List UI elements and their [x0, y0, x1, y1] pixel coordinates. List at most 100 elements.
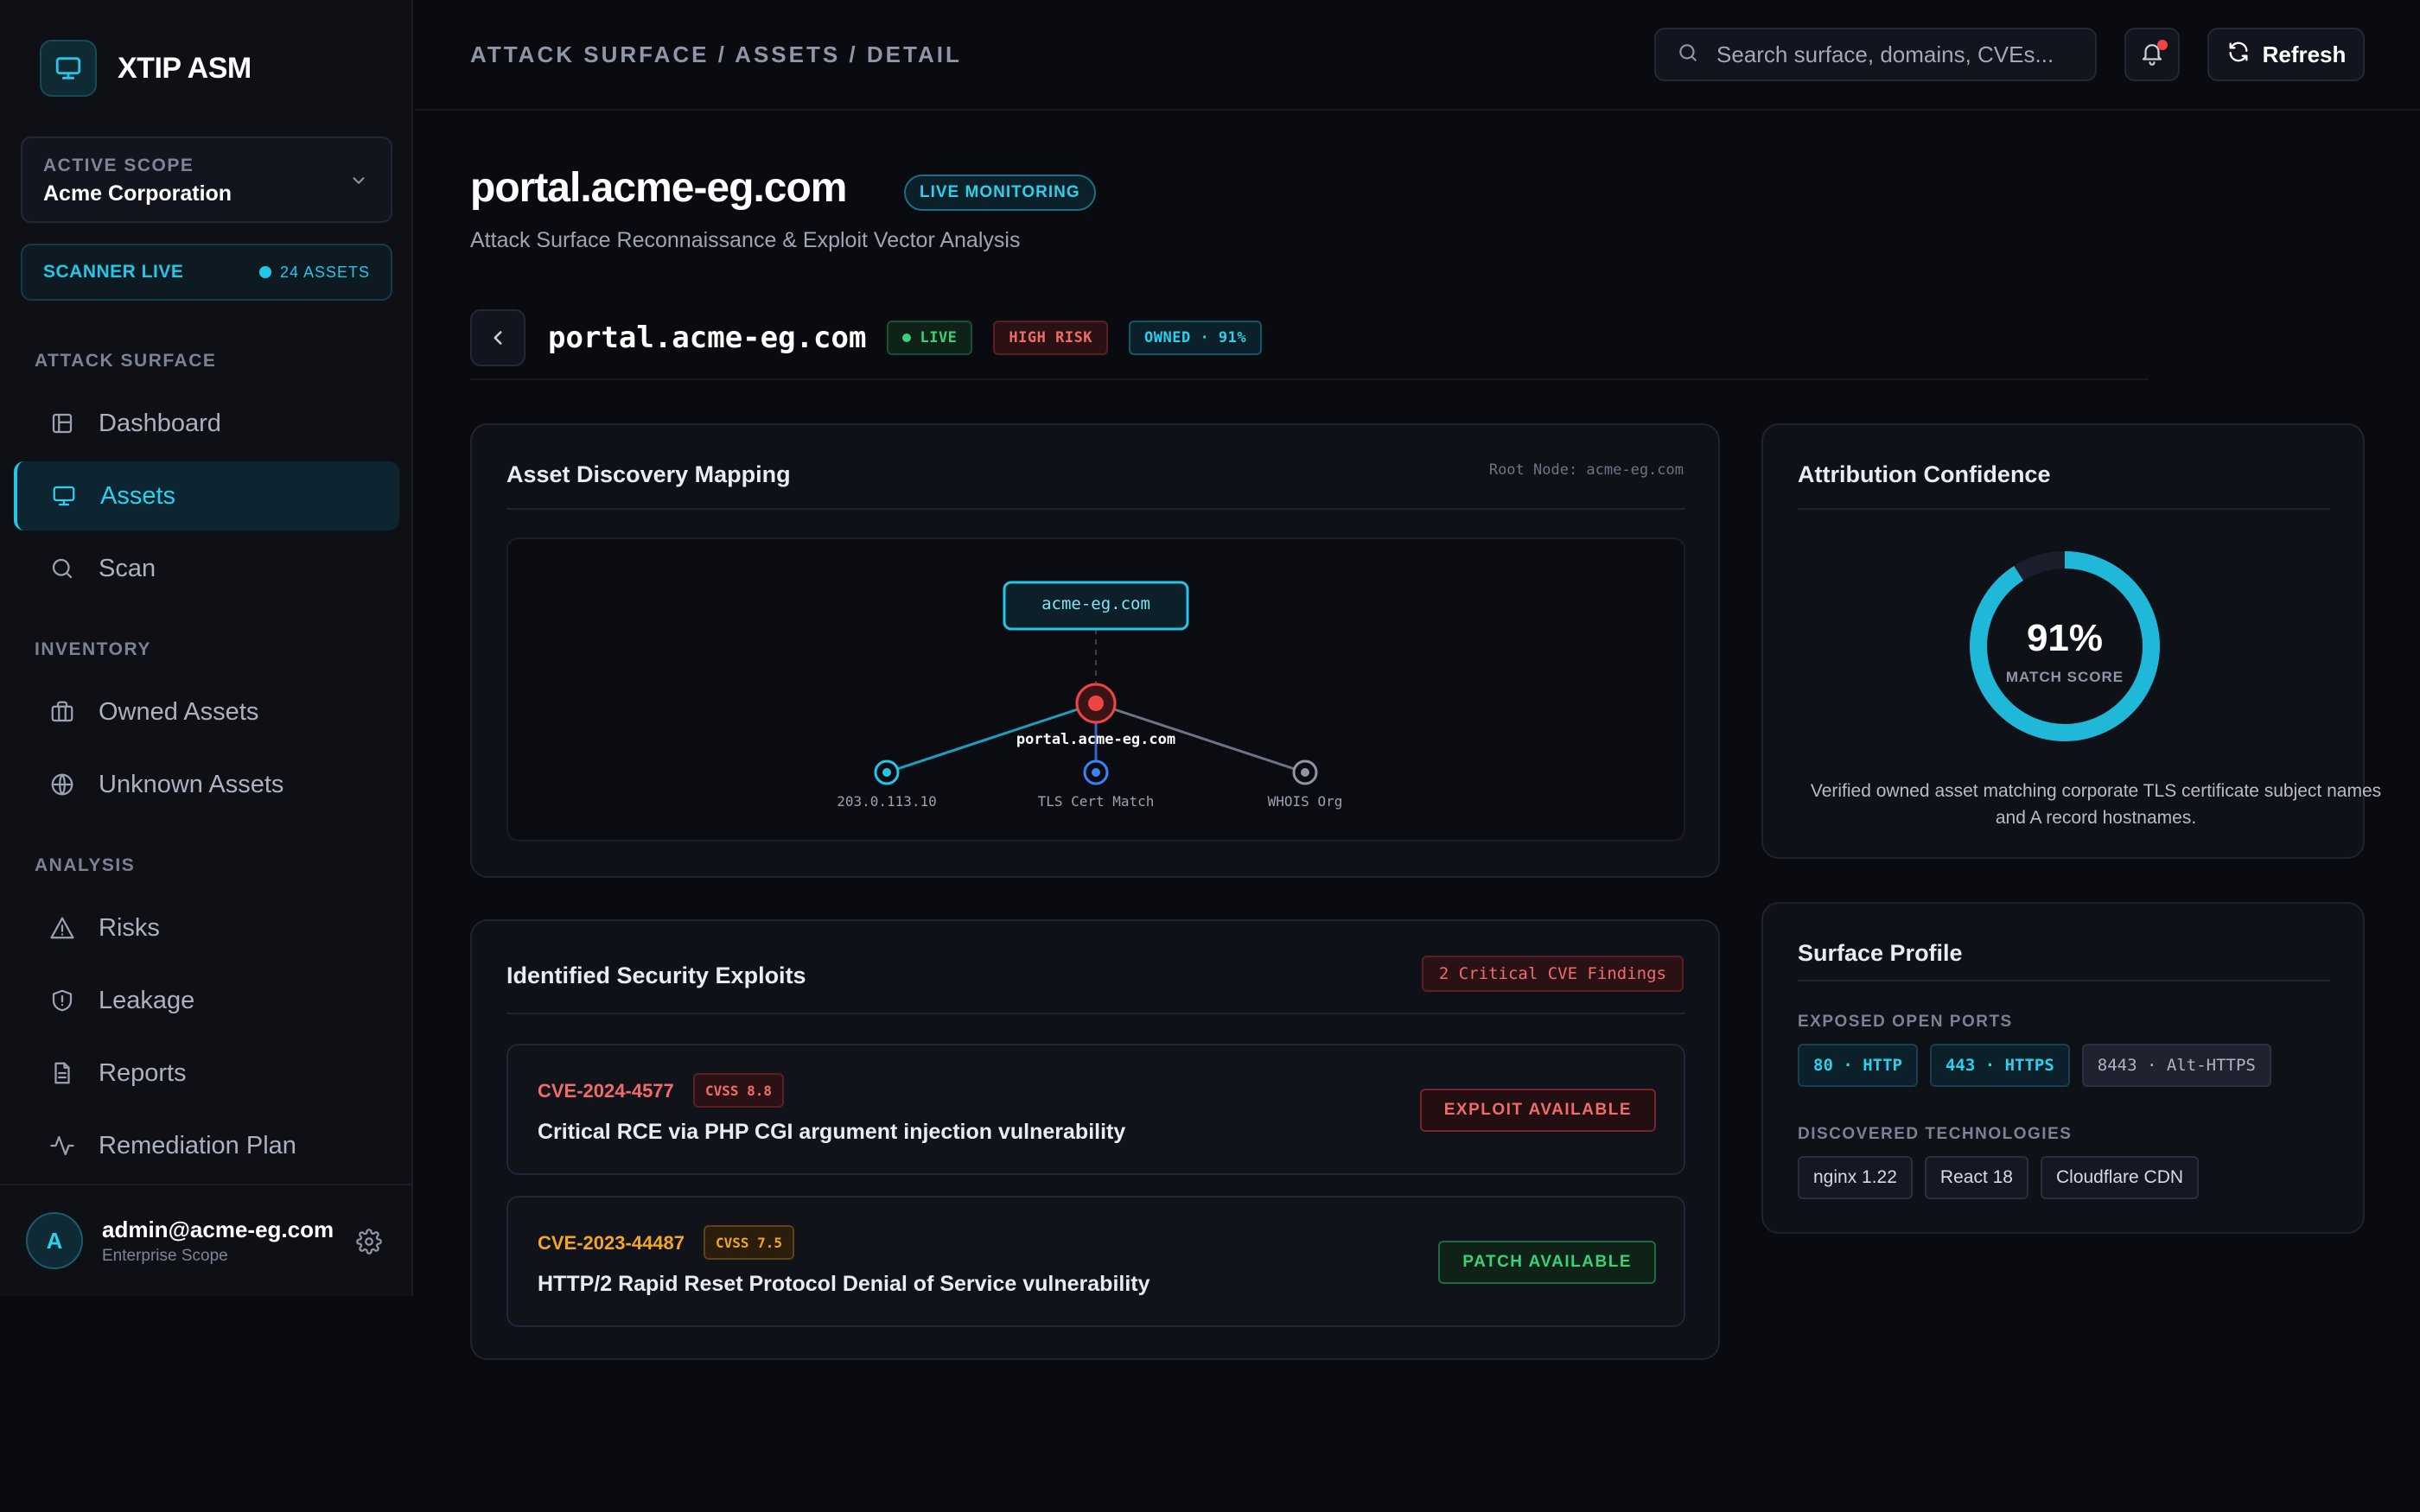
cvss-badge: CVSS 8.8 — [693, 1073, 785, 1108]
avatar: A — [26, 1212, 83, 1269]
patch-available-button[interactable]: PATCH AVAILABLE — [1438, 1241, 1656, 1284]
nav-section-inventory: INVENTORY — [35, 639, 151, 659]
refresh-icon — [2226, 40, 2251, 70]
attribution-confidence-card: Attribution Confidence 91% MATCH SCORE V… — [1761, 423, 2381, 859]
globe-icon — [48, 771, 76, 798]
page-title: portal.acme-eg.com — [470, 165, 847, 211]
security-exploits-card: Identified Security Exploits 2 Critical … — [470, 919, 1720, 1360]
scanner-count-badge: 24 ASSETS — [258, 263, 370, 282]
cvss-badge: CVSS 7.5 — [704, 1225, 795, 1260]
attribution-caption: Verified owned asset matching corporate … — [1810, 781, 2382, 828]
ip-node-core — [882, 768, 891, 777]
cve-item[interactable]: CVE-2023-44487 CVSS 7.5 HTTP/2 Rapid Res… — [506, 1196, 1685, 1327]
shield-alert-icon — [48, 987, 76, 1014]
discovery-graph[interactable]: acme-eg.com portal.acme-eg.com 203.0.113… — [506, 537, 1685, 842]
sidebar: XTIP ASM ACTIVE SCOPE Acme Corporation S… — [0, 0, 413, 1296]
scanner-status: SCANNER LIVE 24 ASSETS — [21, 244, 392, 301]
cve-description: HTTP/2 Rapid Reset Protocol Denial of Se… — [538, 1272, 1150, 1296]
sidebar-item-leakage[interactable]: Leakage — [14, 966, 399, 1035]
sidebar-item-label: Owned Assets — [99, 697, 259, 726]
activity-icon — [48, 1132, 76, 1159]
header-divider — [470, 378, 2149, 380]
notifications-button[interactable] — [2124, 28, 2180, 81]
alert-triangle-icon — [48, 914, 76, 942]
sidebar-item-unknown-assets[interactable]: Unknown Assets — [14, 750, 399, 819]
nav-section-attack-surface: ATTACK SURFACE — [35, 351, 217, 371]
status-badge-label: LIVE — [920, 329, 958, 346]
layout-icon — [48, 410, 76, 437]
sidebar-item-scan[interactable]: Scan — [14, 534, 399, 603]
user-email: admin@acme-eg.com — [102, 1216, 334, 1242]
cve-description: Critical RCE via PHP CGI argument inject… — [538, 1120, 1126, 1144]
refresh-button[interactable]: Refresh — [2207, 28, 2365, 81]
technology-tag[interactable]: nginx 1.22 — [1798, 1156, 1913, 1199]
sidebar-item-label: Scan — [99, 554, 156, 582]
match-score-label: MATCH SCORE — [2005, 669, 2124, 685]
technology-tag[interactable]: React 18 — [1924, 1156, 2028, 1199]
scanner-count: 24 ASSETS — [279, 263, 370, 281]
scanner-label: SCANNER LIVE — [43, 262, 184, 282]
target-node-text: portal.acme-eg.com — [1016, 731, 1176, 748]
search-icon — [1677, 41, 1699, 68]
tls-node-text: TLS Cert Match — [1037, 793, 1155, 810]
sidebar-item-risks[interactable]: Risks — [14, 893, 399, 962]
gear-icon[interactable] — [356, 1229, 382, 1259]
card-title: Attribution Confidence — [1798, 461, 2051, 487]
status-badge: LIVE — [887, 321, 973, 355]
ownership-badge: OWNED · 91% — [1129, 321, 1263, 355]
search-input[interactable] — [1716, 41, 2079, 68]
live-monitoring-badge: LIVE MONITORING — [904, 175, 1096, 211]
sidebar-item-owned-assets[interactable]: Owned Assets — [14, 677, 399, 746]
chevron-left-icon — [494, 331, 502, 345]
root-node-label: Root Node: acme-eg.com — [1488, 461, 1684, 479]
card-title: Surface Profile — [1798, 940, 1963, 966]
sidebar-item-label: Unknown Assets — [99, 770, 284, 798]
match-score-value: 91% — [2026, 617, 2104, 659]
monitor-icon — [40, 40, 97, 97]
technologies-label: DISCOVERED TECHNOLOGIES — [1798, 1125, 2073, 1143]
technology-tag[interactable]: Cloudflare CDN — [2040, 1156, 2200, 1199]
exploit-available-button[interactable]: EXPLOIT AVAILABLE — [1419, 1089, 1656, 1132]
status-dot-icon — [258, 266, 271, 278]
scope-label: ACTIVE SCOPE — [43, 156, 194, 175]
search-box[interactable] — [1654, 28, 2097, 81]
card-divider — [1798, 980, 2330, 982]
search-icon — [48, 555, 76, 582]
target-node-core — [1088, 696, 1104, 711]
scope-selector[interactable]: ACTIVE SCOPE Acme Corporation — [21, 137, 392, 223]
port-tag[interactable]: 80 · HTTP — [1798, 1044, 1918, 1087]
file-text-icon — [48, 1059, 76, 1087]
root-node-text: acme-eg.com — [1041, 594, 1150, 613]
port-tag[interactable]: 443 · HTTPS — [1929, 1044, 2070, 1087]
page-subtitle: Attack Surface Reconnaissance & Exploit … — [470, 228, 1021, 252]
card-title: Asset Discovery Mapping — [506, 461, 791, 487]
asset-detail-header: portal.acme-eg.com LIVE HIGH RISK OWNED … — [470, 309, 1283, 366]
sidebar-item-label: Dashboard — [99, 409, 221, 437]
sidebar-item-reports[interactable]: Reports — [14, 1039, 399, 1108]
user-profile[interactable]: A admin@acme-eg.com Enterprise Scope — [0, 1184, 411, 1296]
sidebar-item-label: Remediation Plan — [99, 1131, 296, 1159]
card-divider — [506, 508, 1685, 510]
brand[interactable]: XTIP ASM — [40, 40, 252, 97]
notification-dot — [2157, 40, 2168, 50]
sidebar-item-remediation-plan[interactable]: Remediation Plan — [14, 1111, 399, 1180]
critical-findings-badge: 2 Critical CVE Findings — [1421, 956, 1684, 992]
nav-section-analysis: ANALYSIS — [35, 855, 136, 875]
user-scope: Enterprise Scope — [102, 1246, 228, 1265]
whois-node-text: WHOIS Org — [1267, 793, 1343, 810]
risk-badge: HIGH RISK — [993, 321, 1109, 355]
status-dot-icon — [902, 334, 912, 342]
sidebar-item-dashboard[interactable]: Dashboard — [14, 389, 399, 458]
back-button[interactable] — [470, 309, 525, 366]
whois-node-core — [1301, 768, 1309, 777]
card-divider — [506, 1013, 1685, 1014]
briefcase-icon — [48, 698, 76, 726]
sidebar-item-label: Risks — [99, 913, 160, 942]
card-title: Identified Security Exploits — [506, 962, 806, 988]
monitor-icon — [50, 482, 78, 510]
port-tag[interactable]: 8443 · Alt-HTTPS — [2081, 1044, 2271, 1087]
technologies-list: nginx 1.22 React 18 Cloudflare CDN — [1798, 1156, 2200, 1199]
cve-item[interactable]: CVE-2024-4577 CVSS 8.8 Critical RCE via … — [506, 1044, 1685, 1175]
tls-node-core — [1092, 768, 1100, 777]
sidebar-item-assets[interactable]: Assets — [14, 461, 399, 530]
